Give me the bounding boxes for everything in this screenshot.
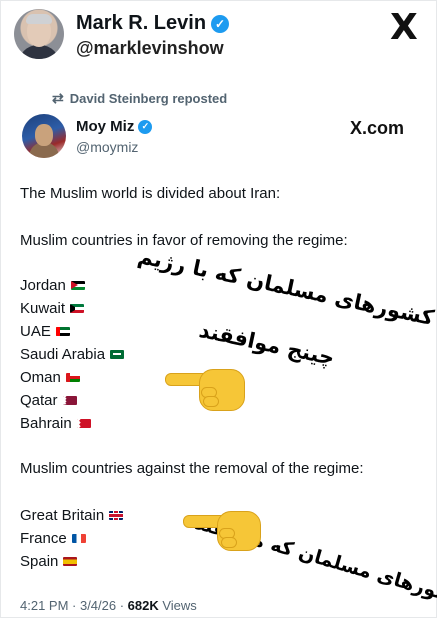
favor-heading: Muslim countries in favor of removing th… <box>20 232 348 249</box>
inner-display-name[interactable]: Moy Miz <box>76 118 134 135</box>
inner-handle[interactable]: @moymiz <box>76 139 138 155</box>
france-flag-icon <box>71 534 86 543</box>
verified-badge-icon: ✓ <box>211 14 230 33</box>
country-name: Spain <box>20 553 59 570</box>
list-item: Qatar <box>20 392 77 409</box>
outer-handle[interactable]: @marklevinshow <box>76 38 224 59</box>
country-name: France <box>20 530 67 547</box>
uae-flag-icon <box>55 327 70 336</box>
uk-flag-icon <box>109 511 124 520</box>
jordan-flag-icon <box>70 281 85 290</box>
country-name: Oman <box>20 369 61 386</box>
views-label: Views <box>158 598 197 613</box>
bahrain-flag-icon <box>76 419 91 428</box>
list-item: Bahrain <box>20 415 91 432</box>
spain-flag-icon <box>63 557 78 566</box>
country-name: UAE <box>20 323 51 340</box>
pointing-hand-icon <box>165 367 245 412</box>
qatar-flag-icon <box>62 396 77 405</box>
xcom-logo: X.com <box>350 118 405 138</box>
outer-name-row: Mark R. Levin ✓ <box>76 12 230 35</box>
list-item: Oman <box>20 369 80 386</box>
list-item: Jordan <box>20 277 85 294</box>
country-name: Jordan <box>20 277 66 294</box>
views-count: 682K <box>127 598 159 613</box>
repost-indicator: ⇄ David Steinberg reposted <box>52 90 227 107</box>
country-name: Bahrain <box>20 415 72 432</box>
list-item: Saudi Arabia <box>20 346 125 363</box>
list-item: Great Britain <box>20 507 124 524</box>
country-name: Great Britain <box>20 507 105 524</box>
list-item: Spain <box>20 553 78 570</box>
inner-avatar[interactable] <box>22 114 66 158</box>
list-item: France <box>20 530 86 547</box>
outer-display-name[interactable]: Mark R. Levin <box>76 12 206 35</box>
post-intro: The Muslim world is divided about Iran: <box>20 185 281 202</box>
x-logo-icon: X <box>390 7 418 48</box>
list-item: Kuwait <box>20 300 85 317</box>
country-name: Saudi Arabia <box>20 346 106 363</box>
pointing-hand-icon <box>183 509 263 554</box>
outer-avatar[interactable] <box>14 9 64 59</box>
country-name: Kuwait <box>20 300 66 317</box>
against-heading: Muslim countries against the removal of … <box>20 460 364 477</box>
post-meta: 4:21 PM · 3/4/26 · 682K Views <box>20 598 197 613</box>
repost-icon: ⇄ <box>52 90 64 106</box>
country-name: Qatar <box>20 392 58 409</box>
kuwait-flag-icon <box>70 304 85 313</box>
post-timestamp[interactable]: 4:21 PM · 3/4/26 · <box>20 598 128 613</box>
inner-name-row: Moy Miz ✓ <box>76 118 153 135</box>
repost-text: David Steinberg reposted <box>69 91 228 106</box>
verified-badge-icon: ✓ <box>138 119 153 134</box>
list-item: UAE <box>20 323 70 340</box>
oman-flag-icon <box>65 373 80 382</box>
saudi-flag-icon <box>110 350 125 359</box>
